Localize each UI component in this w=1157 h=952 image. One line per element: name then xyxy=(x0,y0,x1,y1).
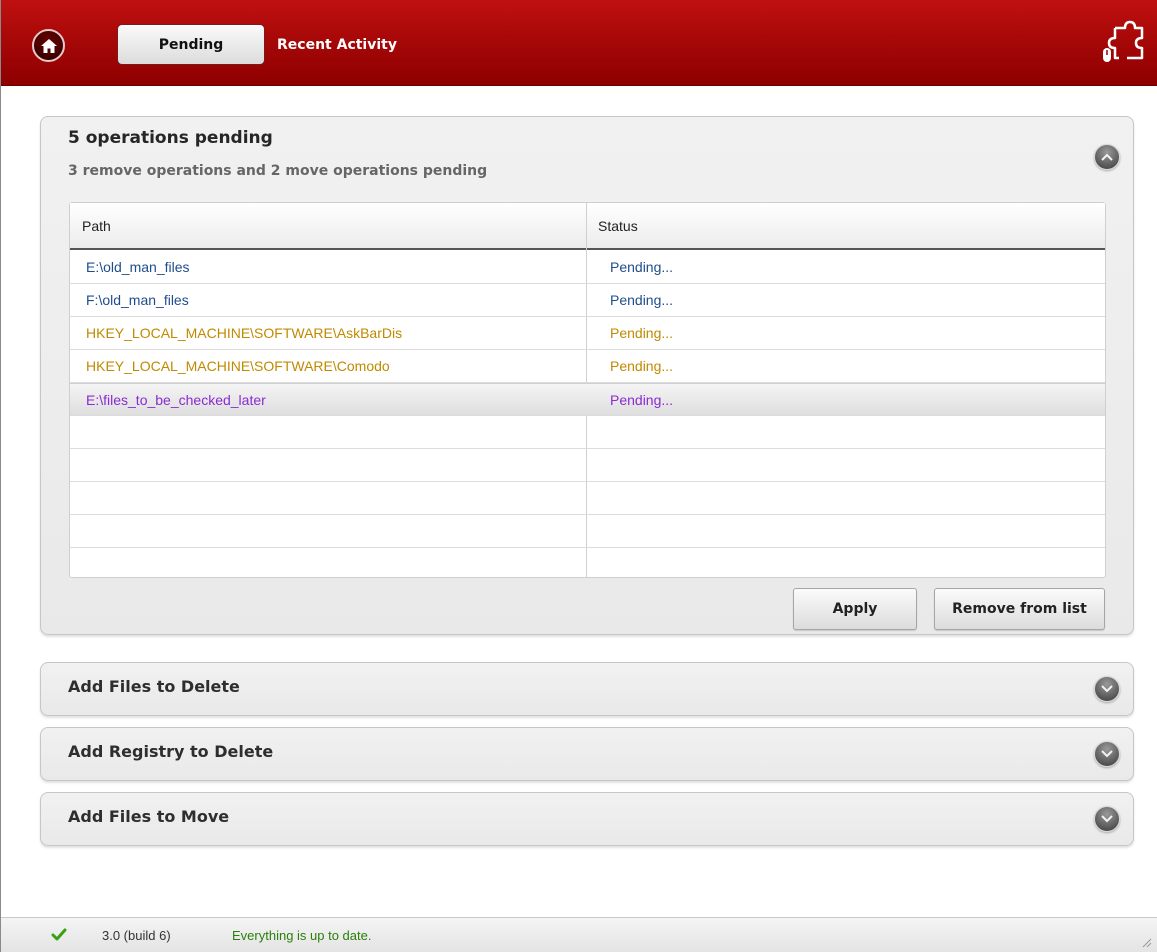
chevron-up-icon xyxy=(1101,153,1113,161)
section-title: Add Files to Move xyxy=(68,807,230,826)
table-row-empty xyxy=(70,416,1105,449)
section-title: Add Registry to Delete xyxy=(68,742,274,761)
chevron-down-icon xyxy=(1101,750,1113,758)
row-status: Pending... xyxy=(610,325,674,341)
table-row-empty xyxy=(70,449,1105,482)
row-status: Pending... xyxy=(610,392,674,408)
table-row-empty xyxy=(70,548,1105,577)
chevron-down-icon xyxy=(1101,685,1113,693)
expand-button[interactable] xyxy=(1094,676,1120,702)
checkmark-icon xyxy=(51,928,67,941)
table-row[interactable]: E:\old_man_files Pending... xyxy=(70,251,1105,284)
panel-title: 5 operations pending xyxy=(68,128,273,148)
section-title: Add Files to Delete xyxy=(68,677,240,696)
row-path: E:\files_to_be_checked_later xyxy=(86,392,266,408)
table-row-empty xyxy=(70,482,1105,515)
apply-button[interactable]: Apply xyxy=(793,588,917,630)
puzzle-logo-icon xyxy=(1103,20,1144,62)
row-path: HKEY_LOCAL_MACHINE\SOFTWARE\AskBarDis xyxy=(86,325,403,341)
row-path: F:\old_man_files xyxy=(86,292,189,308)
pending-operations-panel: 5 operations pending 3 remove operations… xyxy=(40,116,1134,635)
panel-subtitle: 3 remove operations and 2 move operation… xyxy=(68,163,488,179)
chevron-down-icon xyxy=(1101,815,1113,823)
table-row-selected[interactable]: E:\files_to_be_checked_later Pending... xyxy=(70,383,1105,416)
table-row[interactable]: F:\old_man_files Pending... xyxy=(70,284,1105,317)
version-label: 3.0 (build 6) xyxy=(102,928,171,943)
home-icon xyxy=(40,38,57,53)
table-row[interactable]: HKEY_LOCAL_MACHINE\SOFTWARE\Comodo Pendi… xyxy=(70,350,1105,383)
tab-pending[interactable]: Pending xyxy=(117,24,265,65)
expand-button[interactable] xyxy=(1094,806,1120,832)
remove-from-list-button[interactable]: Remove from list xyxy=(934,588,1105,630)
row-path: HKEY_LOCAL_MACHINE\SOFTWARE\Comodo xyxy=(86,358,390,374)
table-header: Path Status xyxy=(70,203,1105,250)
row-path: E:\old_man_files xyxy=(86,259,190,275)
home-button[interactable] xyxy=(32,29,65,62)
column-header-status[interactable]: Status xyxy=(598,218,638,234)
pending-table: Path Status E:\old_man_files Pending... … xyxy=(69,202,1106,578)
collapse-button[interactable] xyxy=(1094,144,1120,170)
tab-recent-activity[interactable]: Recent Activity xyxy=(277,24,397,65)
expand-button[interactable] xyxy=(1094,741,1120,767)
section-add-files-to-move[interactable]: Add Files to Move xyxy=(40,792,1134,846)
status-message: Everything is up to date. xyxy=(232,928,372,943)
row-status: Pending... xyxy=(610,292,674,308)
table-row[interactable]: HKEY_LOCAL_MACHINE\SOFTWARE\AskBarDis Pe… xyxy=(70,317,1105,350)
status-bar: 3.0 (build 6) Everything is up to date. xyxy=(1,917,1157,952)
table-row-empty xyxy=(70,515,1105,548)
resize-grip-icon[interactable] xyxy=(1142,938,1152,948)
row-status: Pending... xyxy=(610,358,674,374)
section-add-registry-to-delete[interactable]: Add Registry to Delete xyxy=(40,727,1134,781)
section-add-files-to-delete[interactable]: Add Files to Delete xyxy=(40,662,1134,716)
header-bar: Pending Recent Activity xyxy=(1,0,1157,86)
app-window: Pending Recent Activity 5 operations pen… xyxy=(0,0,1157,952)
row-status: Pending... xyxy=(610,259,674,275)
column-header-path[interactable]: Path xyxy=(82,218,111,234)
